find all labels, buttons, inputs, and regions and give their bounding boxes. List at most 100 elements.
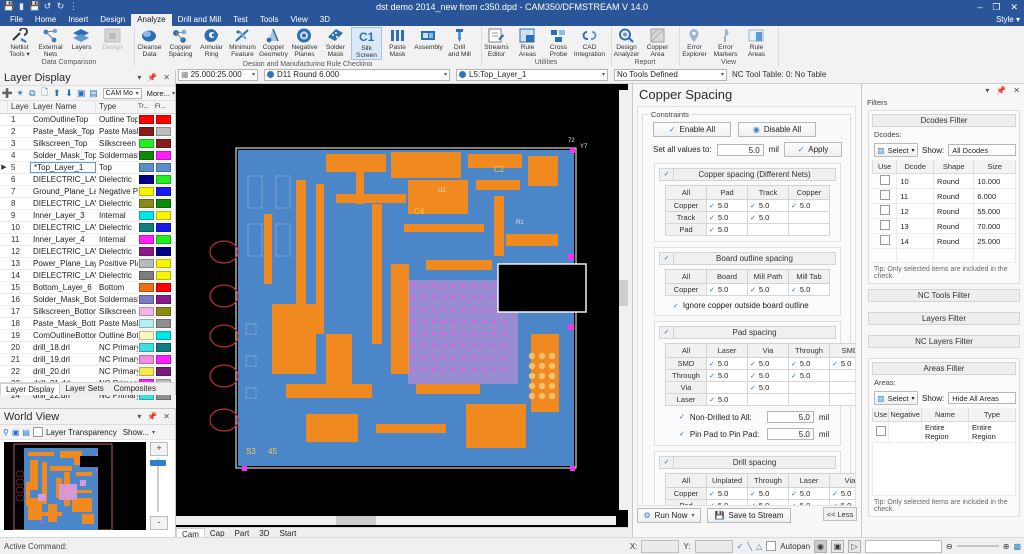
matrix-cell[interactable]: ✓5.0 [707, 224, 748, 236]
layer-name[interactable]: ComOutlineBottom [30, 330, 96, 341]
chevron-down-icon[interactable]: ▾ [172, 90, 175, 97]
menu-item-analyze[interactable]: Analyze [131, 14, 171, 26]
pin-icon[interactable]: 📌 [996, 86, 1006, 95]
section-extra-option[interactable]: ✓Pin Pad to Pin Pad:5.0mil [679, 428, 836, 440]
zoom-out-icon[interactable]: ⊖ [946, 542, 953, 551]
layer-color-swatch-2[interactable] [155, 162, 172, 173]
layer-name[interactable]: DIELECTRIC_LAYE [30, 198, 96, 209]
spacing-matrix[interactable]: AllLaserViaThroughSMDSMD✓5.0✓5.0✓5.0✓5.0… [665, 343, 856, 406]
matrix-cell[interactable]: ✓5.0 [748, 382, 789, 394]
cell-value[interactable]: 5.0 [841, 489, 851, 498]
matrix-cell[interactable]: ✓5.0 [789, 284, 830, 296]
merge-layer-icon[interactable]: ▣ [76, 88, 86, 99]
ribbon-button-annular-ring[interactable]: AnnularRing [196, 27, 227, 58]
angle-icon[interactable]: △ [756, 542, 762, 551]
cell-value[interactable]: 5.0 [759, 201, 769, 210]
dcodes-filter-title[interactable]: Dcodes Filter [872, 114, 1016, 127]
ribbon-button-error-markers[interactable]: ErrorMarkers [710, 27, 741, 58]
cell-value[interactable]: 5.0 [718, 371, 728, 380]
fit-icon[interactable]: ⚲ [3, 428, 9, 437]
set-all-value-input[interactable]: 5.0 [717, 144, 764, 156]
layer-name[interactable]: DIELECTRIC_LAYE [30, 246, 96, 257]
pin-icon[interactable]: 📌 [147, 73, 157, 82]
cell-check-icon[interactable]: ✓ [709, 396, 715, 404]
matrix-cell[interactable]: ✓5.0 [830, 358, 857, 370]
option-checkbox[interactable]: ✓ [673, 302, 679, 310]
layer-row[interactable]: 22drill_20.drlNC Primary [0, 366, 175, 378]
cell-value[interactable]: 5.0 [759, 359, 769, 368]
section-enable-checkbox[interactable]: ✓ [660, 457, 674, 468]
zoom-window-icon[interactable]: ▤ [22, 428, 30, 437]
layer-color-swatch-2[interactable] [155, 258, 172, 269]
cell-check-icon[interactable]: ✓ [791, 372, 797, 380]
layer-color-swatch-1[interactable] [138, 246, 155, 257]
layer-color-swatch-1[interactable] [138, 330, 155, 341]
close-icon[interactable]: ✕ [163, 412, 170, 421]
menu-item-3d[interactable]: 3D [314, 14, 336, 26]
canvas-vertical-scrollbar[interactable] [619, 90, 628, 510]
layer-color-swatch-2[interactable] [155, 114, 172, 125]
layer-name[interactable]: Paste_Mask_Bottom [30, 318, 96, 329]
cell-value[interactable]: 5.0 [759, 213, 769, 222]
layer-color-swatch-1[interactable] [138, 222, 155, 233]
ribbon-button-external-nets[interactable]: ExternalNets [35, 27, 66, 58]
matrix-cell[interactable]: ✓5.0 [789, 370, 830, 382]
section-header[interactable]: ✓Pad spacing [659, 326, 836, 339]
cell-check-icon[interactable]: ✓ [791, 202, 797, 210]
cell-value[interactable]: 5.0 [759, 383, 769, 392]
layer-name[interactable]: ComOutlineTop [30, 114, 96, 125]
snap-combo[interactable] [865, 540, 942, 553]
matrix-cell[interactable]: ✓5.0 [748, 488, 789, 500]
cell-value[interactable]: 5.0 [718, 201, 728, 210]
areas-row[interactable]: Entire RegionEntire Region [873, 422, 1016, 443]
layer-row[interactable]: 20drill_18.drlNC Primary [0, 342, 175, 354]
matrix-cell[interactable]: ✓5.0 [707, 394, 748, 406]
layer-row[interactable]: 4Solder_Mask_TopSoldermask [0, 150, 175, 162]
layer-color-swatch-1[interactable] [138, 174, 155, 185]
layer-color-swatch-2[interactable] [155, 126, 172, 137]
layer-color-swatch-1[interactable] [138, 234, 155, 245]
areas-filter-title[interactable]: Areas Filter [872, 362, 1016, 375]
layer-grid-body[interactable]: 1ComOutlineTopOutline Top2Paste_Mask_Top… [0, 114, 175, 400]
layer-color-swatch-1[interactable] [138, 150, 155, 161]
layer-name[interactable]: Silkscreen_Top [30, 138, 96, 149]
matrix-cell[interactable]: ✓5.0 [707, 284, 748, 296]
paste-layer-icon[interactable]: 🗋 [39, 88, 49, 99]
layer-name[interactable]: drill_20.drl [30, 366, 96, 377]
area-use-checkbox[interactable] [876, 426, 886, 436]
cell-value[interactable]: 5.0 [759, 489, 769, 498]
layer-row[interactable]: 14DIELECTRIC_LAYEDielectric [0, 270, 175, 282]
menu-item-design[interactable]: Design [94, 14, 131, 26]
x-input[interactable] [641, 540, 679, 553]
layer-color-swatch-1[interactable] [138, 186, 155, 197]
chevron-down-icon[interactable]: ▾ [985, 86, 989, 95]
spacing-matrix[interactable]: AllBoardMill PathMill TabCopper✓5.0✓5.0✓… [665, 269, 830, 296]
ribbon-button-silk-screen[interactable]: C1SilkScreen [351, 27, 382, 60]
layer-row[interactable]: 19ComOutlineBottomOutline Bottom [0, 330, 175, 342]
menu-item-view[interactable]: View [285, 14, 314, 26]
layer-row[interactable]: 15Bottom_Layer_6Bottom [0, 282, 175, 294]
option-checkbox[interactable]: ✓ [679, 430, 685, 438]
layer-row[interactable]: 3Silkscreen_TopSilkscreen T [0, 138, 175, 150]
disable-all-button[interactable]: ◉ Disable All [738, 122, 816, 137]
layer-color-swatch-2[interactable] [155, 138, 172, 149]
zoom-in-button[interactable]: + [150, 442, 168, 456]
cell-value[interactable]: 5.0 [800, 371, 810, 380]
run-now-button[interactable]: ⚙ Run Now ▾ [637, 508, 701, 523]
cell-value[interactable]: 5.0 [759, 285, 769, 294]
layer-color-swatch-1[interactable] [138, 270, 155, 281]
zoom-slider[interactable] [957, 545, 999, 547]
cell-check-icon[interactable]: ✓ [709, 360, 715, 368]
layer-name[interactable]: DIELECTRIC_LAYE [30, 270, 96, 281]
layer-color-swatch-2[interactable] [155, 222, 172, 233]
layer-row[interactable]: 21drill_19.drlNC Primary [0, 354, 175, 366]
layer-color-swatch-1[interactable] [138, 114, 155, 125]
menu-item-file[interactable]: File [4, 14, 29, 26]
section-header[interactable]: ✓Copper spacing (Different Nets) [659, 168, 836, 181]
ribbon-button-layers[interactable]: Layers [66, 27, 97, 51]
layer-row[interactable]: 17Silkscreen_BottomSilkscreen B... [0, 306, 175, 318]
ribbon-button-negative-planes[interactable]: NegativePlanes [289, 27, 320, 58]
layer-color-swatch-2[interactable] [155, 366, 172, 377]
areas-table[interactable]: UseNegativeNameTypeEntire RegionEntire R… [872, 408, 1016, 443]
dcodes-row[interactable]: 14Round25.000 [873, 234, 1016, 249]
